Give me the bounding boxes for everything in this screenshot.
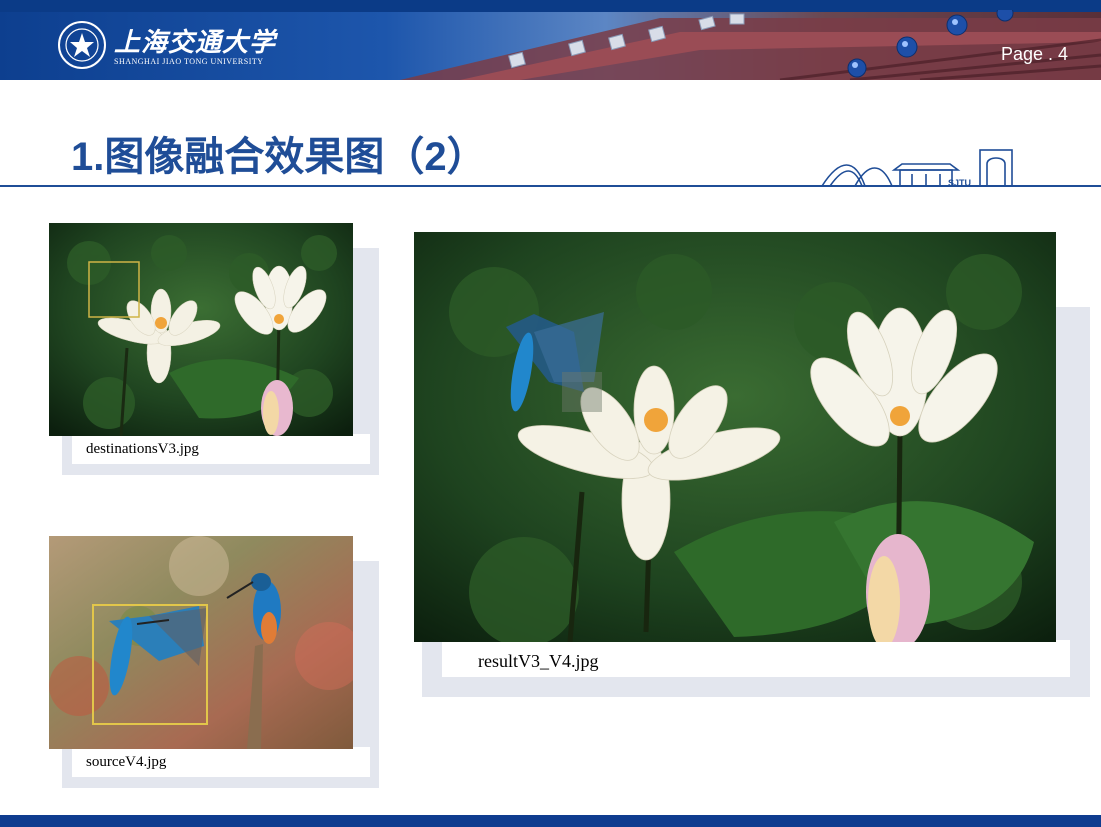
page-number: Page . 4	[1000, 44, 1068, 64]
university-emblem-icon	[58, 21, 106, 69]
slide-title: 1.图像融合效果图（2）	[71, 135, 487, 179]
temple-roof-icon	[400, 10, 1101, 80]
source-image	[49, 536, 353, 749]
result-caption: resultV3_V4.jpg	[478, 651, 599, 671]
destination-image	[49, 223, 353, 436]
university-name-en: SHANGHAI JIAO TONG UNIVERSITY	[114, 57, 264, 66]
svg-text:SJTU: SJTU	[948, 178, 971, 188]
result-image	[414, 232, 1056, 642]
slide-header: 上海交通大学 SHANGHAI JIAO TONG UNIVERSITY Pag…	[0, 0, 1101, 80]
source-caption: sourceV4.jpg	[86, 754, 167, 770]
footer-bar	[0, 815, 1101, 827]
university-name-cn: 上海交通大学	[114, 28, 277, 58]
destination-caption: destinationsV3.jpg	[86, 441, 199, 457]
sjtu-gate-icon: SJTU	[821, 149, 1013, 188]
